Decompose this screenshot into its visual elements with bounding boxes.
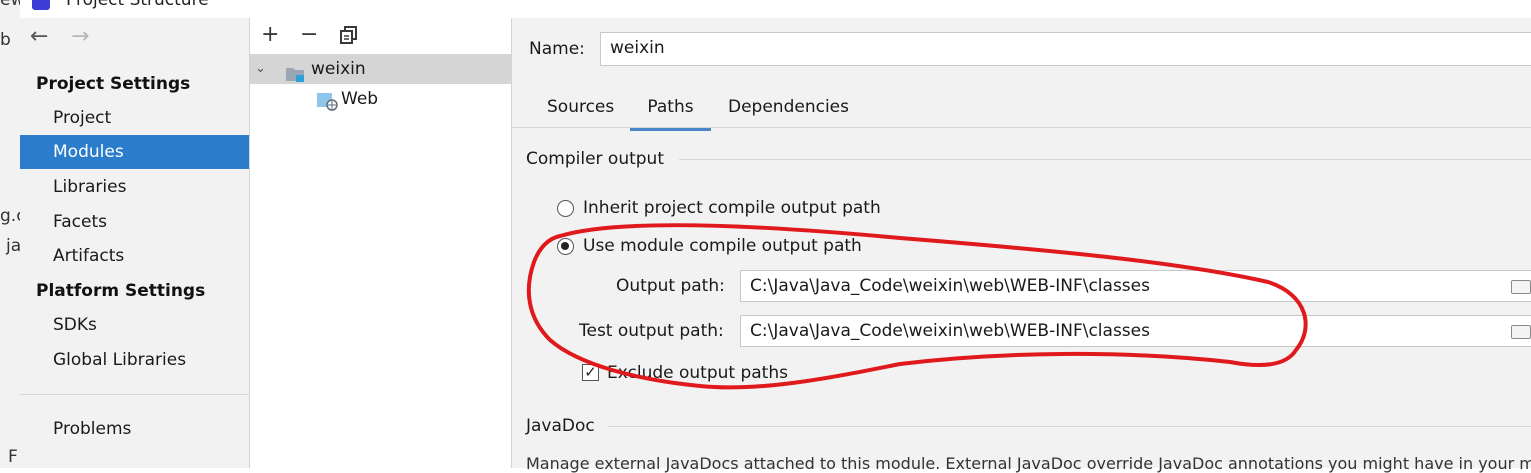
tab-dependencies[interactable]: Dependencies	[728, 94, 849, 128]
platform-settings-header: Platform Settings	[36, 281, 206, 301]
app-icon	[32, 0, 50, 10]
module-output-label[interactable]: Use module compile output path	[583, 236, 862, 256]
folder-icon[interactable]	[1511, 280, 1531, 294]
sidebar-item-label: Artifacts	[53, 246, 125, 266]
module-name-input[interactable]: weixin	[600, 32, 1531, 66]
background-window-strip: ew b g.c ja F	[0, 0, 26, 468]
test-output-path-label: Test output path:	[579, 321, 724, 341]
tree-node-web[interactable]: Web	[250, 84, 511, 114]
sidebar-item-problems[interactable]: Problems	[20, 412, 249, 446]
window-title: Project Structure	[66, 0, 209, 10]
exclude-output-checkbox[interactable]: ✓	[582, 364, 599, 381]
tab-sources[interactable]: Sources	[547, 94, 614, 128]
bg-fragment: b	[0, 30, 11, 50]
sidebar-item-global-libraries[interactable]: Global Libraries	[20, 343, 249, 377]
sidebar-item-label: Modules	[53, 142, 124, 162]
arrow-right-icon[interactable]: →	[71, 24, 89, 49]
module-tree-panel: + − ⌄ weixin Web	[250, 18, 512, 468]
tabs-divider	[512, 127, 1531, 128]
module-details-panel: Name: weixin Sources Paths Dependencies …	[512, 18, 1531, 473]
sidebar-item-modules[interactable]: Modules	[20, 135, 249, 169]
inherit-output-label[interactable]: Inherit project compile output path	[583, 198, 881, 218]
chevron-down-icon[interactable]: ⌄	[255, 54, 266, 84]
remove-icon[interactable]: −	[300, 22, 318, 47]
sidebar-item-project[interactable]: Project	[20, 101, 249, 135]
test-output-path-input[interactable]: C:\Java\Java_Code\weixin\web\WEB-INF\cla…	[740, 315, 1531, 347]
folder-icon[interactable]	[1511, 325, 1531, 339]
bg-fragment: F	[8, 447, 18, 467]
settings-sidebar: ← → Project Settings Project Modules Lib…	[20, 18, 250, 468]
output-path-input[interactable]: C:\Java\Java_Code\weixin\web\WEB-INF\cla…	[740, 270, 1531, 302]
sidebar-item-label: Project	[53, 108, 112, 128]
sidebar-item-label: Global Libraries	[53, 350, 187, 370]
copy-icon[interactable]	[340, 26, 358, 44]
title-bar: Project Structure	[20, 0, 1531, 18]
sidebar-divider	[20, 394, 249, 395]
module-folder-icon	[285, 62, 305, 82]
name-label: Name:	[529, 39, 585, 59]
sidebar-item-label: Libraries	[53, 177, 127, 197]
sidebar-item-facets[interactable]: Facets	[20, 205, 249, 239]
tab-paths[interactable]: Paths	[630, 94, 711, 131]
exclude-output-label[interactable]: Exclude output paths	[607, 363, 788, 383]
sidebar-item-label: Facets	[53, 212, 107, 232]
javadoc-description: Manage external JavaDocs attached to thi…	[526, 454, 1531, 473]
compiler-output-header: Compiler output	[526, 149, 664, 169]
sidebar-item-artifacts[interactable]: Artifacts	[20, 239, 249, 273]
project-settings-header: Project Settings	[36, 74, 191, 94]
bg-fragment: ja	[6, 236, 22, 256]
tree-node-weixin[interactable]: ⌄ weixin	[250, 54, 511, 84]
javadoc-header: JavaDoc	[526, 416, 595, 436]
sidebar-item-label: SDKs	[53, 315, 97, 335]
web-facet-icon	[316, 91, 338, 111]
sidebar-item-libraries[interactable]: Libraries	[20, 170, 249, 204]
sidebar-item-label: Problems	[53, 419, 132, 439]
tree-node-label: Web	[341, 89, 379, 109]
add-icon[interactable]: +	[261, 22, 279, 47]
inherit-output-radio[interactable]	[557, 200, 574, 217]
sidebar-item-sdks[interactable]: SDKs	[20, 308, 249, 342]
module-output-radio[interactable]	[557, 238, 574, 255]
arrow-left-icon[interactable]: ←	[30, 24, 48, 49]
output-path-label: Output path:	[616, 276, 725, 296]
section-divider	[679, 159, 1531, 160]
section-divider	[608, 426, 1531, 427]
tree-node-label: weixin	[311, 59, 366, 79]
